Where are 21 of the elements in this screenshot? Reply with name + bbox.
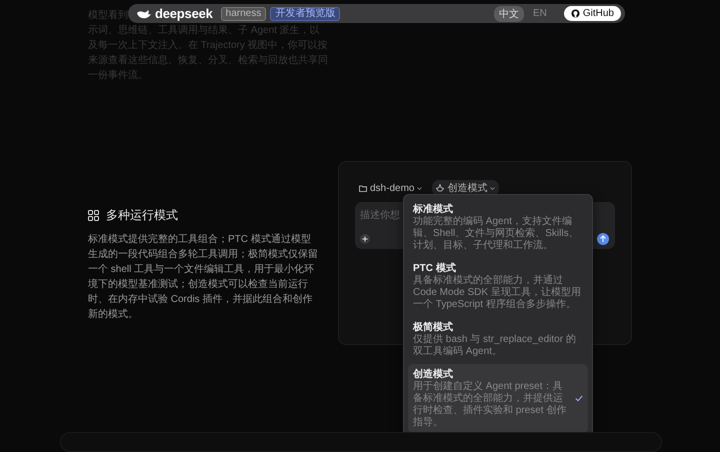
github-button[interactable]: GitHub	[564, 6, 621, 21]
menu-item[interactable]: PTC 模式 具备标准模式的全部能力，并通过 Code Mode SDK 呈现工具，让模型用一个 TypeScript 程序组合多步操作。	[408, 258, 588, 315]
language-option[interactable]: 中文	[494, 6, 524, 22]
menu-item-description: 功能完整的编码 Agent，支持文件编辑、Shell、文件与网页检索、Skills、计划、目标、子代理和工作流。	[413, 216, 580, 252]
menu-item-title: PTC 模式	[413, 262, 457, 274]
menu-item[interactable]: 创造模式 用于创建自定义 Agent preset：具备标准模式的全部能力，并提供运行时检查、插件实验和 preset 创作指导。	[408, 364, 588, 433]
tag: 开发者预览版	[270, 6, 340, 20]
section-description: 标准模式提供完整的工具组合；PTC 模式通过模型生成的一段代码组合多轮工具调用；极简模式仅保留一个 shell 工具与一个文件编辑工具，用于最小化环境下的模型基准测试；创造模式可以检查当前运行时、在内存中试验 Cordis 插件，并据此组合和创作新的模式。	[88, 232, 319, 322]
logo-text: deepseek	[155, 6, 213, 21]
menu-item-description: 仅提供 bash 与 str_replace_editor 的双工具编码 Agent。	[413, 334, 577, 358]
menu-item[interactable]: 极简模式 仅提供 bash 与 str_replace_editor 的双工具编码 Agent。	[408, 317, 588, 362]
menu-item-description: 用于创建自定义 Agent preset：具备标准模式的全部能力，并提供运行时检查、插件实验和 preset 创作指导。	[413, 381, 568, 429]
project-selector[interactable]: dsh-demo	[355, 182, 426, 194]
menu-item-title: 创造模式	[413, 368, 454, 380]
tag: harness	[220, 6, 266, 20]
section-title: 多种运行模式	[106, 207, 178, 224]
menu-item-title: 极简模式	[413, 321, 454, 334]
menu-item-description: 具备标准模式的全部能力，并通过 Code Mode SDK 呈现工具，让模型用一个 TypeScript 程序组合多步操作。	[413, 275, 582, 311]
placeholder-text: 描述你想	[360, 208, 400, 222]
menu-item-title: 标准模式	[413, 203, 454, 216]
menu-item[interactable]: 标准模式 功能完整的编码 Agent，支持文件编辑、Shell、文件与网页检索、Skills、计划、目标、子代理和工作流。	[408, 199, 588, 256]
